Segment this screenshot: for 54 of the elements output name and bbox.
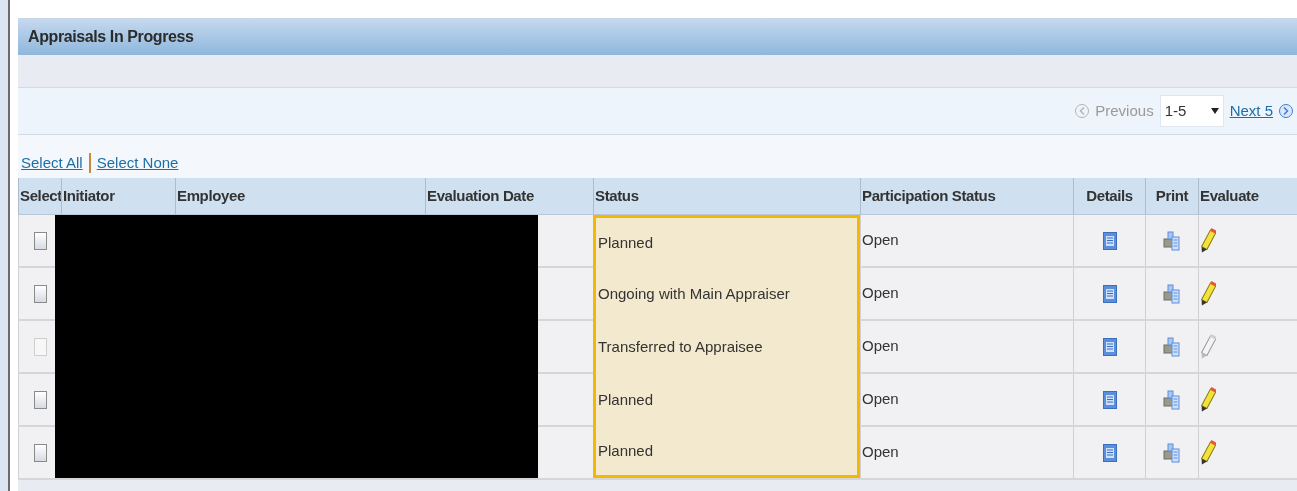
next-icon[interactable] — [1279, 104, 1293, 118]
column-header: Evaluate — [1200, 185, 1259, 206]
column-header: Employee — [177, 185, 245, 206]
table-cell-text: Open — [862, 389, 899, 410]
table-cell-text: Planned — [598, 232, 654, 253]
table-cell-text: Open — [862, 336, 899, 357]
pencil-icon[interactable] — [1200, 226, 1216, 255]
pencil-icon[interactable] — [1200, 438, 1216, 467]
row-checkbox[interactable] — [33, 231, 47, 250]
print-icon — [1163, 389, 1181, 410]
document-icon — [1102, 443, 1117, 462]
document-icon — [1102, 390, 1117, 409]
column-header: Evaluation Date — [427, 185, 534, 206]
dropdown-icon — [1210, 108, 1219, 114]
details-button[interactable] — [1102, 390, 1117, 409]
print-icon — [1163, 442, 1181, 463]
print-button[interactable] — [1163, 230, 1181, 251]
next-link[interactable]: Next 5 — [1229, 99, 1273, 123]
table-cell-text: Planned — [598, 440, 654, 461]
column-header: Initiator — [63, 185, 115, 206]
details-button[interactable] — [1102, 284, 1117, 303]
selection-link[interactable]: Select All — [21, 151, 83, 174]
print-button[interactable] — [1163, 283, 1181, 304]
column-header: Participation Status — [862, 185, 996, 206]
table-cell-text: Ongoing with Main Appraiser — [598, 284, 790, 305]
table-cell-text: Open — [862, 442, 899, 463]
document-icon — [1102, 284, 1117, 303]
details-button[interactable] — [1102, 231, 1117, 250]
document-icon — [1102, 231, 1117, 250]
column-header: Status — [595, 185, 639, 206]
range-select[interactable]: 1-5 — [1159, 95, 1224, 127]
row-checkbox[interactable] — [33, 390, 47, 409]
print-button[interactable] — [1163, 336, 1181, 357]
table-cell-text: Transferred to Appraisee — [598, 337, 763, 358]
column-header: Select — [20, 185, 62, 206]
row-checkbox[interactable] — [33, 284, 47, 303]
details-button[interactable] — [1102, 337, 1117, 356]
document-icon — [1102, 337, 1117, 356]
print-icon — [1163, 230, 1181, 251]
table-cell-text: Planned — [598, 390, 654, 411]
column-header: Print — [1155, 185, 1189, 206]
row-checkbox[interactable] — [33, 443, 47, 462]
column-header: Details — [1086, 185, 1133, 206]
print-icon — [1163, 336, 1181, 357]
table-cell-text: Open — [862, 283, 899, 304]
print-button[interactable] — [1163, 389, 1181, 410]
selection-link[interactable]: Select None — [96, 151, 179, 174]
details-button[interactable] — [1102, 443, 1117, 462]
panel-header: Appraisals In Progress — [18, 18, 1297, 55]
pencil-icon[interactable] — [1200, 385, 1216, 414]
print-button[interactable] — [1163, 442, 1181, 463]
table-cell-text: Open — [862, 230, 899, 251]
print-icon — [1163, 283, 1181, 304]
pencil-icon[interactable] — [1200, 279, 1216, 308]
